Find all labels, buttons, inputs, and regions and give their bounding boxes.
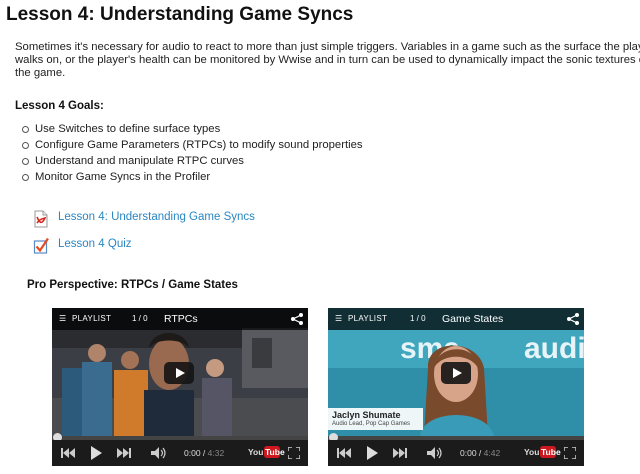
goal-item: Understand and manipulate RTPC curves bbox=[20, 153, 363, 169]
lesson-pdf-link[interactable]: Lesson 4: Understanding Game Syncs bbox=[58, 211, 255, 223]
pro-perspective-heading: Pro Perspective: RTPCs / Game States bbox=[27, 279, 238, 291]
youtube-logo-you: You bbox=[524, 447, 540, 457]
volume-icon[interactable] bbox=[427, 447, 443, 459]
video-top-bar: ☰ PLAYLIST 1 / 0 RTPCs bbox=[52, 308, 308, 330]
current-time: 0:00 bbox=[460, 448, 477, 458]
share-icon[interactable] bbox=[566, 312, 580, 326]
playlist-menu-icon[interactable]: ☰ bbox=[59, 308, 66, 330]
page-title: Lesson 4: Understanding Game Syncs bbox=[6, 4, 354, 25]
duration: 4:42 bbox=[483, 448, 501, 458]
youtube-logo-icon[interactable]: You Tube bbox=[524, 446, 561, 459]
video-player-game-states[interactable]: sma audi ☰ PLAYLIST 1 / 0 Game States Ja… bbox=[328, 308, 584, 466]
pdf-icon[interactable] bbox=[33, 210, 49, 228]
bullet-icon bbox=[22, 174, 29, 181]
video-top-bar: ☰ PLAYLIST 1 / 0 Game States bbox=[328, 308, 584, 330]
fullscreen-icon[interactable] bbox=[288, 447, 300, 459]
current-time: 0:00 bbox=[184, 448, 201, 458]
youtube-logo-tube: Tube bbox=[541, 447, 561, 457]
fullscreen-icon[interactable] bbox=[564, 447, 576, 459]
lower-third-role: Audio Lead, Pop Cap Games bbox=[332, 421, 411, 427]
play-icon[interactable] bbox=[90, 446, 102, 460]
youtube-logo-tube: Tube bbox=[265, 447, 285, 457]
playlist-menu-icon[interactable]: ☰ bbox=[335, 308, 342, 330]
resource-lesson-pdf: Lesson 4: Understanding Game Syncs bbox=[33, 210, 255, 228]
control-bar: 0:00 / 4:32 You Tube bbox=[52, 440, 308, 466]
time-display: 0:00 / 4:32 bbox=[184, 448, 225, 458]
quiz-link[interactable]: Lesson 4 Quiz bbox=[58, 238, 132, 250]
background-logo-text-2: audi bbox=[524, 332, 584, 365]
goal-text: Configure Game Parameters (RTPCs) to mod… bbox=[35, 139, 363, 151]
playlist-count: 1 / 0 bbox=[410, 314, 426, 323]
goal-item: Use Switches to define surface types bbox=[20, 121, 363, 137]
next-icon[interactable] bbox=[117, 448, 131, 458]
goals-heading: Lesson 4 Goals: bbox=[15, 100, 104, 112]
bullet-icon bbox=[22, 126, 29, 133]
video-player-rtpcs[interactable]: ☰ PLAYLIST 1 / 0 RTPCs 0:00 / 4:32 You T… bbox=[52, 308, 308, 466]
video-title[interactable]: Game States bbox=[442, 308, 503, 330]
youtube-logo-icon[interactable]: You Tube bbox=[248, 446, 285, 459]
goal-item: Monitor Game Syncs in the Profiler bbox=[20, 169, 363, 185]
playlist-label[interactable]: PLAYLIST bbox=[72, 308, 111, 330]
playlist-label[interactable]: PLAYLIST bbox=[348, 308, 387, 330]
goal-item: Configure Game Parameters (RTPCs) to mod… bbox=[20, 137, 363, 153]
play-overlay-button[interactable] bbox=[441, 362, 471, 384]
bullet-icon bbox=[22, 142, 29, 149]
playlist-count: 1 / 0 bbox=[132, 314, 148, 323]
goal-text: Monitor Game Syncs in the Profiler bbox=[35, 171, 211, 183]
goals-list: Use Switches to define surface types Con… bbox=[20, 121, 363, 185]
next-icon[interactable] bbox=[393, 448, 407, 458]
resource-quiz: Lesson 4 Quiz bbox=[33, 237, 132, 254]
goal-text: Understand and manipulate RTPC curves bbox=[35, 155, 244, 167]
previous-icon[interactable] bbox=[61, 448, 75, 458]
lower-third: Jaclyn Shumate Audio Lead, Pop Cap Games bbox=[328, 408, 423, 430]
intro-paragraph: Sometimes it's necessary for audio to re… bbox=[15, 41, 640, 79]
duration: 4:32 bbox=[207, 448, 225, 458]
bullet-icon bbox=[22, 158, 29, 165]
checkbox-quiz-icon[interactable] bbox=[33, 237, 49, 255]
play-icon[interactable] bbox=[366, 446, 378, 460]
previous-icon[interactable] bbox=[337, 448, 351, 458]
goal-text: Use Switches to define surface types bbox=[35, 123, 221, 135]
play-overlay-button[interactable] bbox=[164, 362, 194, 384]
video-title[interactable]: RTPCs bbox=[164, 308, 198, 330]
time-display: 0:00 / 4:42 bbox=[460, 448, 501, 458]
share-icon[interactable] bbox=[290, 312, 304, 326]
youtube-logo-you: You bbox=[248, 447, 264, 457]
lower-third-name: Jaclyn Shumate bbox=[332, 410, 401, 420]
control-bar: 0:00 / 4:42 You Tube bbox=[328, 440, 584, 466]
volume-icon[interactable] bbox=[151, 447, 167, 459]
